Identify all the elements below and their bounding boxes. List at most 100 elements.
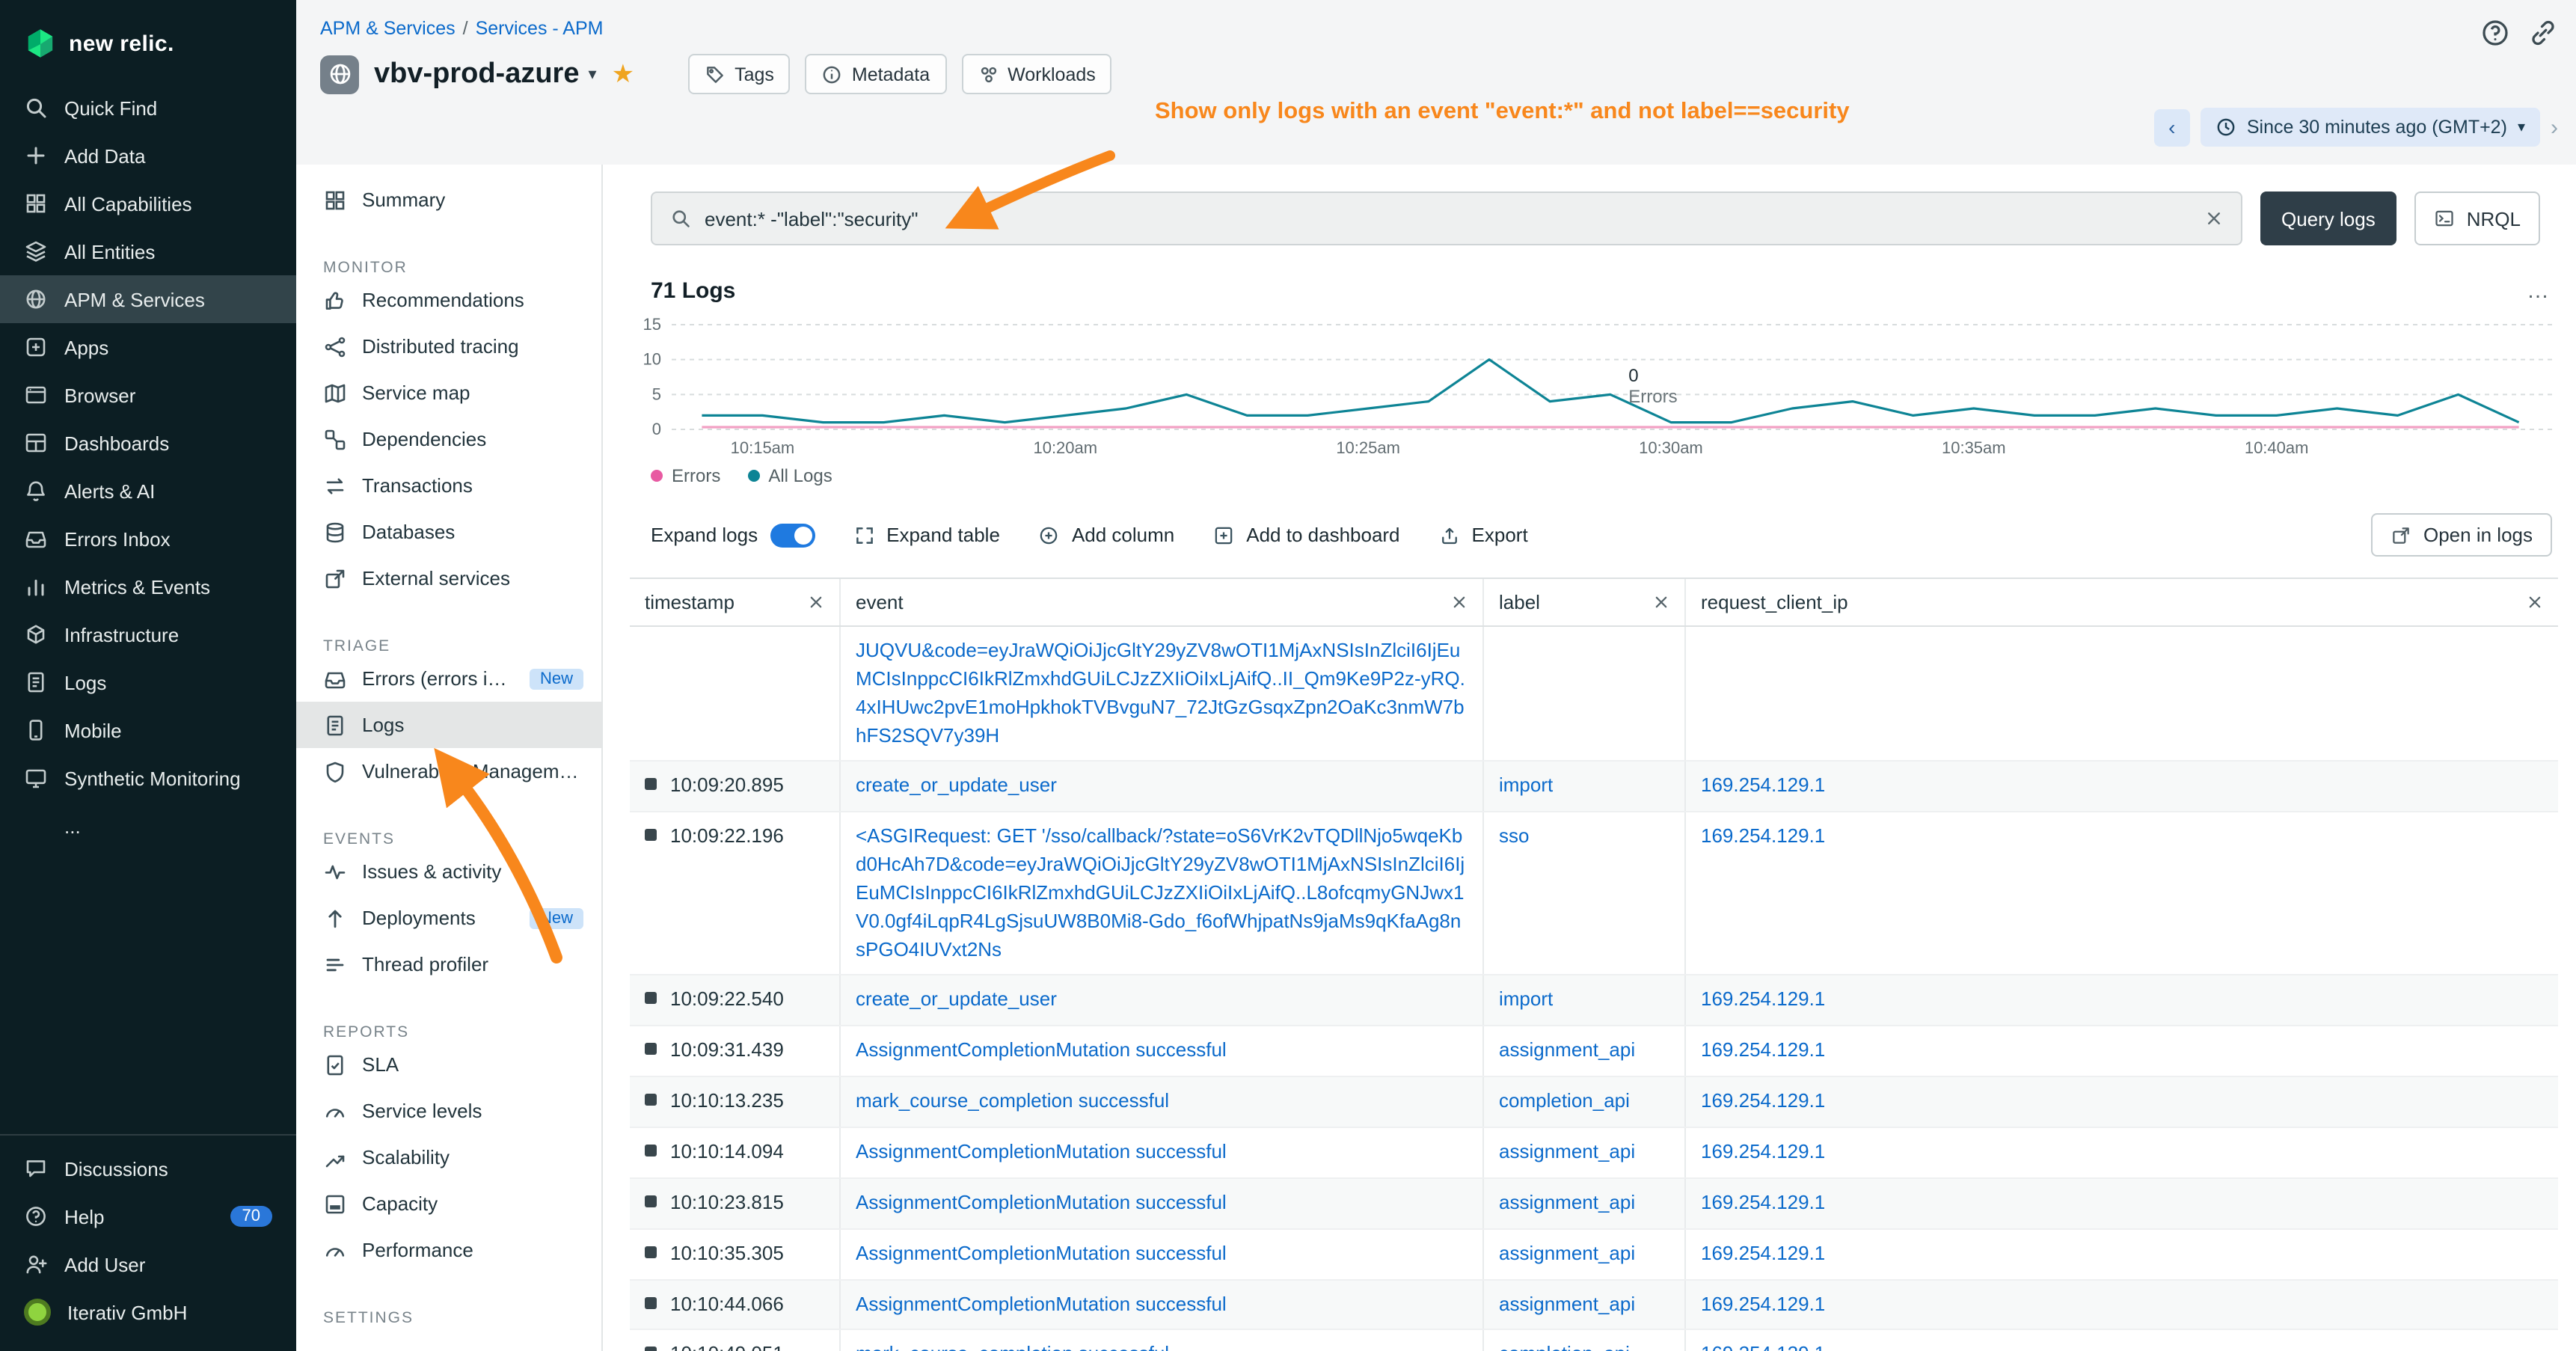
event-link[interactable]: create_or_update_user (856, 773, 1468, 801)
subnav-item-external-services[interactable]: External services (296, 555, 601, 601)
column-header-event[interactable]: event (841, 579, 1484, 625)
export-button[interactable]: Export (1439, 524, 1528, 546)
subnav-item-service-map[interactable]: Service map (296, 370, 601, 416)
sidebar-item-alerts-ai[interactable]: Alerts & AI (0, 467, 296, 515)
sidebar-item-dashboards[interactable]: Dashboards (0, 419, 296, 467)
sidebar-item-apm-services[interactable]: APM & Services (0, 275, 296, 323)
remove-column-icon[interactable] (1653, 594, 1669, 610)
label-link[interactable]: assignment_api (1499, 1191, 1635, 1213)
log-row[interactable]: 10:09:20.895create_or_update_userimport1… (630, 762, 2558, 813)
open-in-logs-button[interactable]: Open in logs (2371, 513, 2552, 557)
workloads-button[interactable]: Workloads (961, 54, 1112, 94)
event-link[interactable]: JUQVU&code=eyJraWQiOiJjcGltY29yZV8wOTI1M… (856, 637, 1468, 750)
sidebar-item-synthetic-monitoring[interactable]: Synthetic Monitoring (0, 754, 296, 802)
tags-button[interactable]: Tags (688, 54, 791, 94)
sidebar-item-account[interactable]: Iterativ GmbH (0, 1288, 296, 1336)
subnav-item-service-levels[interactable]: Service levels (296, 1088, 601, 1134)
label-link[interactable]: assignment_api (1499, 1292, 1635, 1314)
label-link[interactable]: import (1499, 774, 1553, 797)
event-link[interactable]: AssignmentCompletionMutation successful (856, 1139, 1468, 1167)
event-link[interactable]: <ASGIRequest: GET '/sso/callback/?state=… (856, 823, 1468, 964)
sidebar-item-errors-inbox[interactable]: Errors Inbox (0, 515, 296, 563)
expand-logs-toggle[interactable] (770, 523, 815, 547)
log-row[interactable]: 10:09:22.196<ASGIRequest: GET '/sso/call… (630, 812, 2558, 975)
metadata-button[interactable]: Metadata (806, 54, 946, 94)
event-link[interactable]: mark_course_completion successful (856, 1341, 1468, 1351)
event-link[interactable]: AssignmentCompletionMutation successful (856, 1290, 1468, 1319)
sidebar-item-all-entities[interactable]: All Entities (0, 227, 296, 275)
subnav-item-deployments[interactable]: DeploymentsNew (296, 895, 601, 941)
time-forward-button[interactable]: › (2551, 114, 2558, 140)
add-column-button[interactable]: Add column (1039, 524, 1174, 546)
ip-link[interactable]: 169.254.129.1 (1701, 1292, 1825, 1314)
legend-item-errors[interactable]: Errors (651, 465, 720, 486)
subnav-item-dependencies[interactable]: Dependencies (296, 416, 601, 462)
event-link[interactable]: mark_course_completion successful (856, 1088, 1468, 1116)
log-row[interactable]: 10:10:13.235mark_course_completion succe… (630, 1077, 2558, 1128)
event-link[interactable]: AssignmentCompletionMutation successful (856, 1189, 1468, 1218)
query-logs-button[interactable]: Query logs (2260, 192, 2396, 245)
nrql-button[interactable]: NRQL (2414, 192, 2540, 245)
event-link[interactable]: create_or_update_user (856, 987, 1468, 1015)
sidebar-item-all-capabilities[interactable]: All Capabilities (0, 180, 296, 227)
entity-switcher-caret-icon[interactable]: ▾ (589, 64, 597, 84)
log-row[interactable]: JUQVU&code=eyJraWQiOiJjcGltY29yZV8wOTI1M… (630, 627, 2558, 762)
breadcrumb-link-services-apm[interactable]: Services - APM (476, 18, 604, 39)
ip-link[interactable]: 169.254.129.1 (1701, 774, 1825, 797)
expand-table-button[interactable]: Expand table (853, 524, 1000, 546)
subnav-item-recommendations[interactable]: Recommendations (296, 277, 601, 323)
remove-column-icon[interactable] (2527, 594, 2543, 610)
sidebar-item-add-user[interactable]: Add User (0, 1240, 296, 1288)
log-row[interactable]: 10:10:14.094AssignmentCompletionMutation… (630, 1128, 2558, 1179)
ip-link[interactable]: 169.254.129.1 (1701, 1191, 1825, 1213)
label-link[interactable]: completion_api (1499, 1343, 1630, 1351)
subnav-item-logs[interactable]: Logs (296, 702, 601, 748)
sidebar-item-discussions[interactable]: Discussions (0, 1145, 296, 1192)
add-to-dashboard-button[interactable]: Add to dashboard (1213, 524, 1399, 546)
sidebar-item-more[interactable]: ... (0, 802, 296, 850)
sidebar-item-help[interactable]: Help70 (0, 1192, 296, 1240)
subnav-item-databases[interactable]: Databases (296, 509, 601, 555)
time-back-button[interactable]: ‹ (2154, 108, 2190, 146)
sidebar-item-apps[interactable]: Apps (0, 323, 296, 371)
subnav-item-sla[interactable]: SLA (296, 1041, 601, 1088)
sidebar-item-infrastructure[interactable]: Infrastructure (0, 610, 296, 658)
remove-column-icon[interactable] (1451, 594, 1468, 610)
sidebar-item-quick-find[interactable]: Quick Find (0, 84, 296, 132)
log-row[interactable]: 10:09:22.540create_or_update_userimport1… (630, 976, 2558, 1027)
sidebar-item-mobile[interactable]: Mobile (0, 706, 296, 754)
remove-column-icon[interactable] (808, 594, 824, 610)
ip-link[interactable]: 169.254.129.1 (1701, 988, 1825, 1011)
ip-link[interactable]: 169.254.129.1 (1701, 1140, 1825, 1162)
query-input-box[interactable] (651, 192, 2242, 245)
label-link[interactable]: assignment_api (1499, 1241, 1635, 1263)
label-link[interactable]: sso (1499, 824, 1529, 847)
label-link[interactable]: import (1499, 988, 1553, 1011)
label-link[interactable]: assignment_api (1499, 1140, 1635, 1162)
ip-link[interactable]: 169.254.129.1 (1701, 1241, 1825, 1263)
help-icon[interactable] (2480, 18, 2510, 48)
column-header-label[interactable]: label (1484, 579, 1686, 625)
subnav-item-vulnerability-management[interactable]: Vulnerability Management (296, 748, 601, 794)
clear-query-icon[interactable] (2205, 209, 2223, 227)
subnav-item-errors-inbox[interactable]: Errors (errors inb...New (296, 655, 601, 702)
subnav-item-performance[interactable]: Performance (296, 1227, 601, 1273)
subnav-item-issues-activity[interactable]: Issues & activity (296, 848, 601, 895)
favorite-star-icon[interactable]: ★ (612, 59, 635, 89)
event-link[interactable]: AssignmentCompletionMutation successful (856, 1240, 1468, 1268)
query-input[interactable] (705, 207, 2192, 230)
subnav-item-scalability[interactable]: Scalability (296, 1134, 601, 1180)
log-row[interactable]: 10:10:44.066AssignmentCompletionMutation… (630, 1280, 2558, 1331)
log-row[interactable]: 10:09:31.439AssignmentCompletionMutation… (630, 1027, 2558, 1078)
sidebar-item-add-data[interactable]: Add Data (0, 132, 296, 180)
breadcrumb-link-apm-services[interactable]: APM & Services (320, 18, 456, 39)
subnav-item-transactions[interactable]: Transactions (296, 462, 601, 509)
column-header-request_client_ip[interactable]: request_client_ip (1686, 579, 2558, 625)
label-link[interactable]: completion_api (1499, 1089, 1630, 1112)
sidebar-item-browser[interactable]: Browser (0, 371, 296, 419)
label-link[interactable]: assignment_api (1499, 1039, 1635, 1062)
subnav-item-summary[interactable]: Summary (296, 177, 601, 223)
subnav-item-thread-profiler[interactable]: Thread profiler (296, 941, 601, 987)
sidebar-item-metrics-events[interactable]: Metrics & Events (0, 563, 296, 610)
logo-row[interactable]: new relic. (0, 0, 296, 84)
